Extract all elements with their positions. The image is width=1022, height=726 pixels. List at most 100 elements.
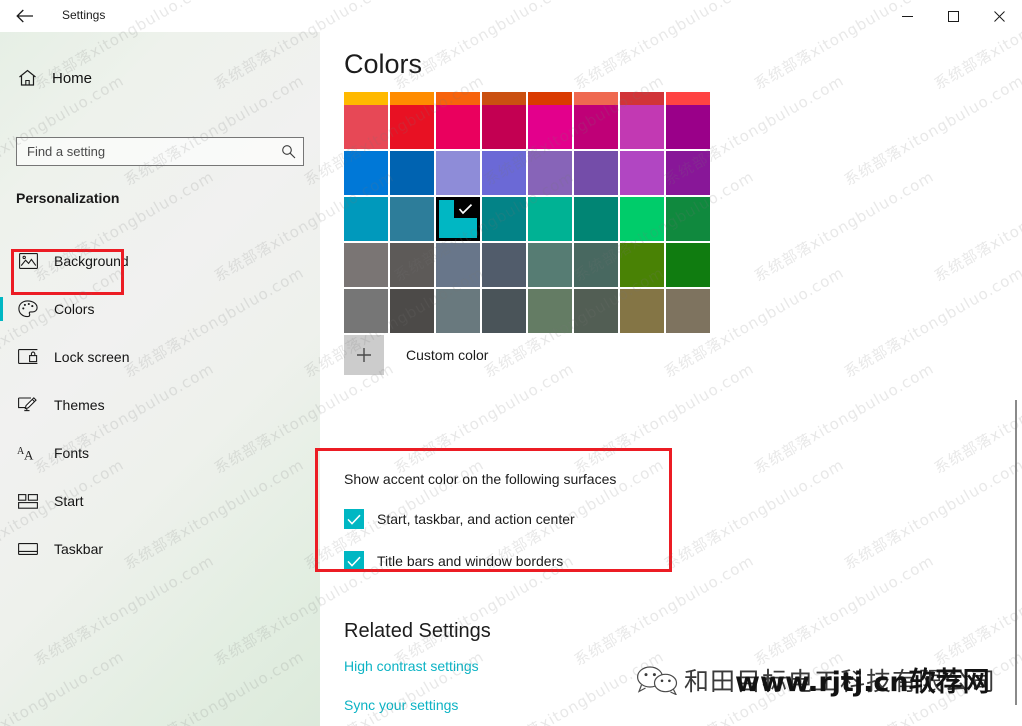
sidebar-item-themes[interactable]: Themes: [0, 381, 320, 429]
color-swatch[interactable]: [482, 92, 526, 105]
color-swatch[interactable]: [344, 92, 388, 105]
fonts-aa-icon: A A: [16, 445, 40, 462]
maximize-icon: [948, 11, 959, 22]
check-icon: [347, 556, 361, 567]
color-swatch[interactable]: [666, 243, 710, 287]
minimize-button[interactable]: [884, 0, 930, 32]
color-swatch[interactable]: [528, 243, 572, 287]
color-swatch[interactable]: [482, 197, 526, 241]
sidebar-item-taskbar[interactable]: Taskbar: [0, 525, 320, 573]
sidebar-item-label: Lock screen: [54, 349, 129, 365]
color-swatch[interactable]: [390, 289, 434, 333]
color-swatch[interactable]: [482, 243, 526, 287]
color-swatch-selected[interactable]: [436, 197, 480, 241]
palette-icon: [16, 300, 40, 318]
accent-color-palette[interactable]: [344, 92, 716, 335]
color-swatch[interactable]: [390, 243, 434, 287]
color-swatch[interactable]: [528, 92, 572, 105]
color-swatch[interactable]: [666, 151, 710, 195]
taskbar-icon: [16, 542, 40, 556]
color-swatch[interactable]: [344, 289, 388, 333]
custom-color-button[interactable]: [344, 335, 384, 375]
palette-row: [344, 105, 716, 151]
title-bar: Settings: [0, 0, 1022, 32]
checkbox-row-title-bars[interactable]: Title bars and window borders: [344, 551, 673, 571]
color-swatch[interactable]: [344, 151, 388, 195]
palette-row: [344, 197, 716, 243]
close-icon: [994, 11, 1005, 22]
search-box[interactable]: [16, 137, 304, 166]
color-swatch[interactable]: [666, 197, 710, 241]
sidebar-item-colors[interactable]: Colors: [0, 285, 320, 333]
lock-screen-icon: [16, 349, 40, 365]
sidebar-item-label: Taskbar: [54, 541, 103, 557]
sidebar-item-fonts[interactable]: A A Fonts: [0, 429, 320, 477]
color-swatch[interactable]: [390, 105, 434, 149]
sidebar-item-label: Start: [54, 493, 84, 509]
color-swatch[interactable]: [436, 289, 480, 333]
back-button[interactable]: [8, 2, 42, 30]
color-swatch[interactable]: [482, 151, 526, 195]
link-high-contrast-settings[interactable]: High contrast settings: [344, 658, 479, 674]
color-swatch[interactable]: [436, 105, 480, 149]
selected-check-icon: [454, 200, 477, 218]
color-swatch[interactable]: [666, 92, 710, 105]
checkbox-row-start-taskbar[interactable]: Start, taskbar, and action center: [344, 509, 673, 529]
window-controls: [884, 0, 1022, 32]
checkbox-start-taskbar[interactable]: [344, 509, 364, 529]
color-swatch[interactable]: [528, 105, 572, 149]
themes-brush-icon: [16, 396, 40, 414]
checkbox-title-bars[interactable]: [344, 551, 364, 571]
color-swatch[interactable]: [666, 105, 710, 149]
color-swatch[interactable]: [390, 197, 434, 241]
color-swatch[interactable]: [574, 92, 618, 105]
sidebar-item-label: Themes: [54, 397, 105, 413]
color-swatch[interactable]: [574, 197, 618, 241]
home-icon: [16, 69, 38, 87]
color-swatch[interactable]: [436, 92, 480, 105]
content-scrollbar[interactable]: [1015, 400, 1017, 705]
sidebar-item-home[interactable]: Home: [0, 60, 320, 96]
color-swatch[interactable]: [574, 151, 618, 195]
custom-color-row[interactable]: Custom color: [344, 335, 488, 375]
color-swatch[interactable]: [528, 151, 572, 195]
color-swatch[interactable]: [620, 197, 664, 241]
search-icon[interactable]: [273, 138, 303, 165]
color-swatch[interactable]: [620, 243, 664, 287]
color-swatch[interactable]: [620, 289, 664, 333]
page-title: Colors: [344, 49, 422, 80]
palette-row: [344, 92, 716, 105]
color-swatch[interactable]: [482, 105, 526, 149]
color-swatch[interactable]: [620, 151, 664, 195]
color-swatch[interactable]: [436, 243, 480, 287]
start-tiles-icon: [16, 494, 40, 509]
sidebar-item-lock-screen[interactable]: Lock screen: [0, 333, 320, 381]
color-swatch[interactable]: [436, 151, 480, 195]
search-input[interactable]: [17, 138, 273, 165]
palette-row: [344, 151, 716, 197]
color-swatch[interactable]: [574, 243, 618, 287]
sidebar-item-background[interactable]: Background: [0, 237, 320, 285]
link-sync-your-settings[interactable]: Sync your settings: [344, 697, 458, 713]
checkbox-label: Title bars and window borders: [377, 553, 563, 569]
color-swatch[interactable]: [620, 92, 664, 105]
color-swatch[interactable]: [574, 289, 618, 333]
color-swatch[interactable]: [344, 105, 388, 149]
svg-text:A: A: [24, 447, 34, 462]
color-swatch[interactable]: [620, 105, 664, 149]
close-button[interactable]: [976, 0, 1022, 32]
color-swatch[interactable]: [528, 197, 572, 241]
sidebar-item-label: Background: [54, 253, 129, 269]
color-swatch[interactable]: [574, 105, 618, 149]
custom-color-label: Custom color: [406, 347, 488, 363]
color-swatch[interactable]: [666, 289, 710, 333]
color-swatch[interactable]: [528, 289, 572, 333]
color-swatch[interactable]: [482, 289, 526, 333]
accent-surfaces-section: Show accent color on the following surfa…: [320, 449, 673, 582]
color-swatch[interactable]: [344, 243, 388, 287]
color-swatch[interactable]: [344, 197, 388, 241]
color-swatch[interactable]: [390, 92, 434, 105]
maximize-button[interactable]: [930, 0, 976, 32]
sidebar-item-start[interactable]: Start: [0, 477, 320, 525]
color-swatch[interactable]: [390, 151, 434, 195]
